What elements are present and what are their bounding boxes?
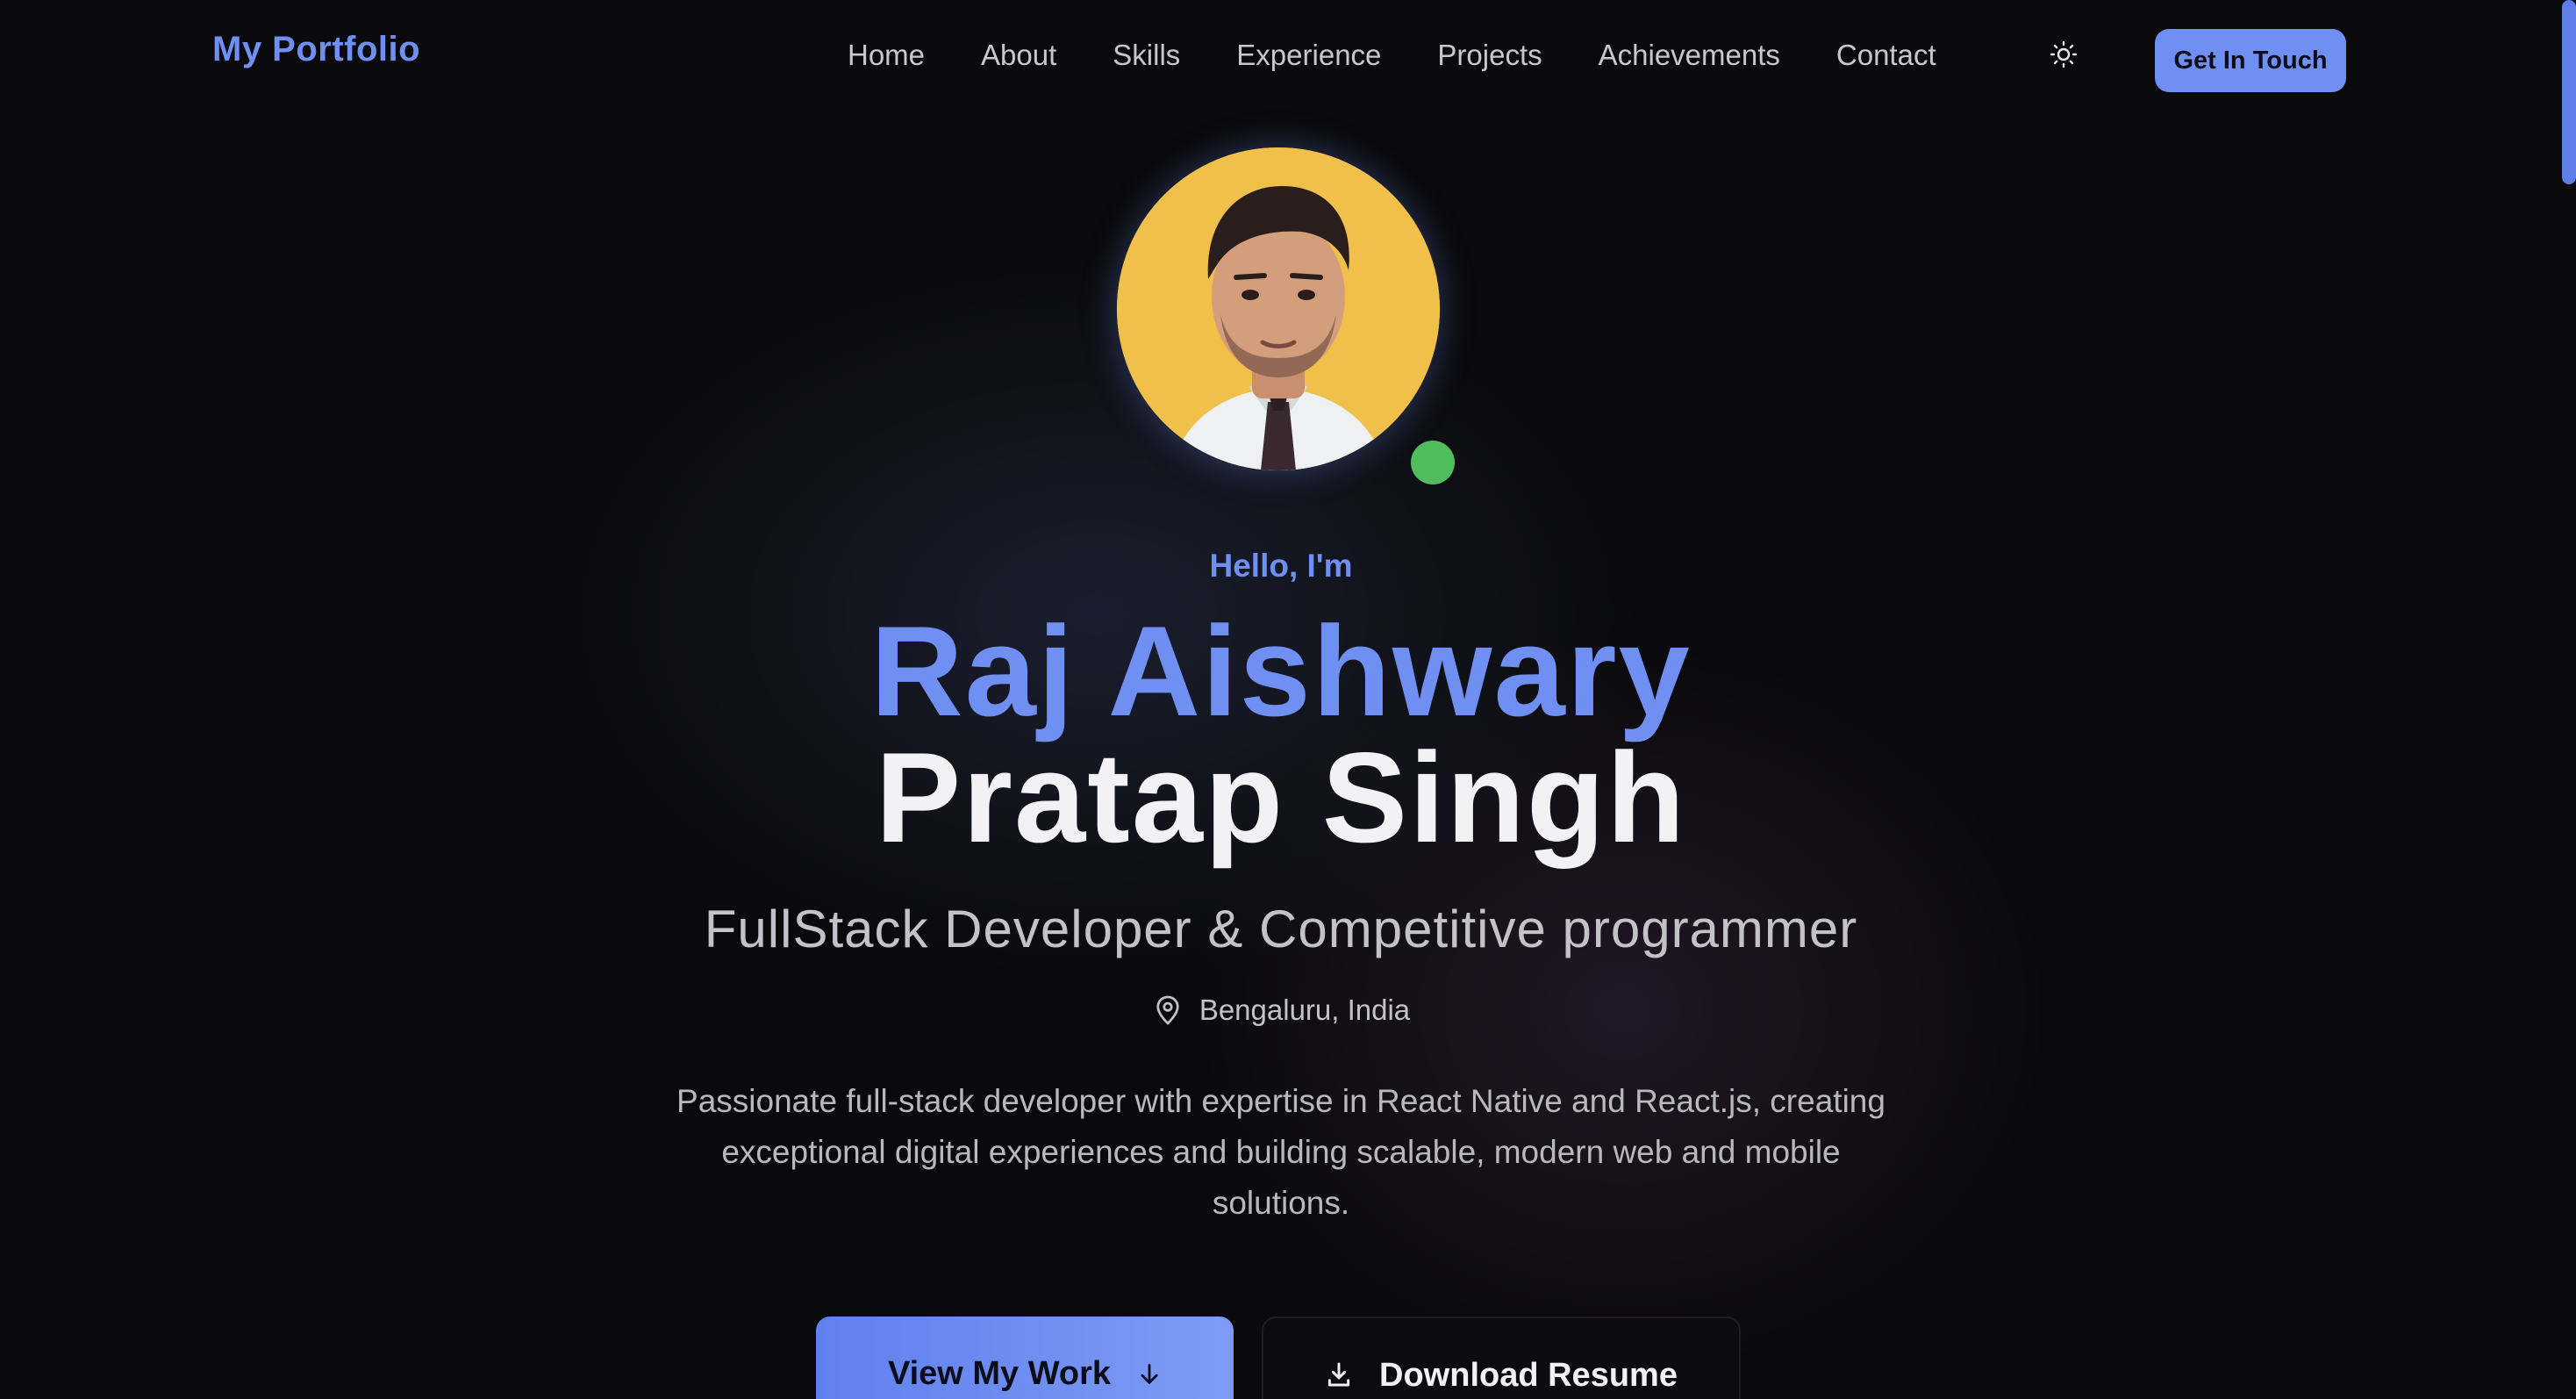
name-first-line: Raj Aishwary xyxy=(870,599,1692,743)
nav-achievements[interactable]: Achievements xyxy=(1599,39,1780,72)
avatar xyxy=(1117,147,1440,470)
location-pin-icon xyxy=(1156,995,1179,1025)
download-resume-button[interactable]: Download Resume xyxy=(1262,1316,1741,1399)
arrow-down-icon xyxy=(1141,1364,1158,1384)
view-my-work-label: View My Work xyxy=(887,1355,1112,1392)
greeting: Hello, I'm xyxy=(1209,548,1353,584)
online-status-indicator xyxy=(1411,441,1455,484)
view-my-work-button[interactable]: View My Work xyxy=(816,1316,1234,1399)
nav-contact[interactable]: Contact xyxy=(1836,39,1936,72)
location: Bengaluru, India xyxy=(0,994,2562,1027)
site-logo[interactable]: My Portfolio xyxy=(212,30,420,69)
location-text: Bengaluru, India xyxy=(1199,994,1411,1026)
nav-experience[interactable]: Experience xyxy=(1236,39,1381,72)
nav-projects[interactable]: Projects xyxy=(1437,39,1542,72)
bio-paragraph: Passionate full-stack developer with exp… xyxy=(676,1083,1885,1221)
get-in-touch-button[interactable]: Get In Touch xyxy=(2155,29,2346,92)
download-icon xyxy=(1327,1362,1350,1387)
nav-skills[interactable]: Skills xyxy=(1113,39,1180,72)
role-title: FullStack Developer & Competitive progra… xyxy=(704,900,1858,958)
scrollbar-thumb[interactable] xyxy=(2562,0,2576,184)
portfolio-page: My Portfolio Home About Skills Experienc… xyxy=(0,0,2576,1399)
name-second-line: Pratap Singh xyxy=(875,726,1687,869)
nav-about[interactable]: About xyxy=(981,39,1056,72)
download-resume-label: Download Resume xyxy=(1379,1357,1678,1394)
main-nav: Home About Skills Experience Projects Ac… xyxy=(848,39,1936,72)
sun-icon[interactable] xyxy=(2050,40,2078,68)
nav-home[interactable]: Home xyxy=(848,39,925,72)
